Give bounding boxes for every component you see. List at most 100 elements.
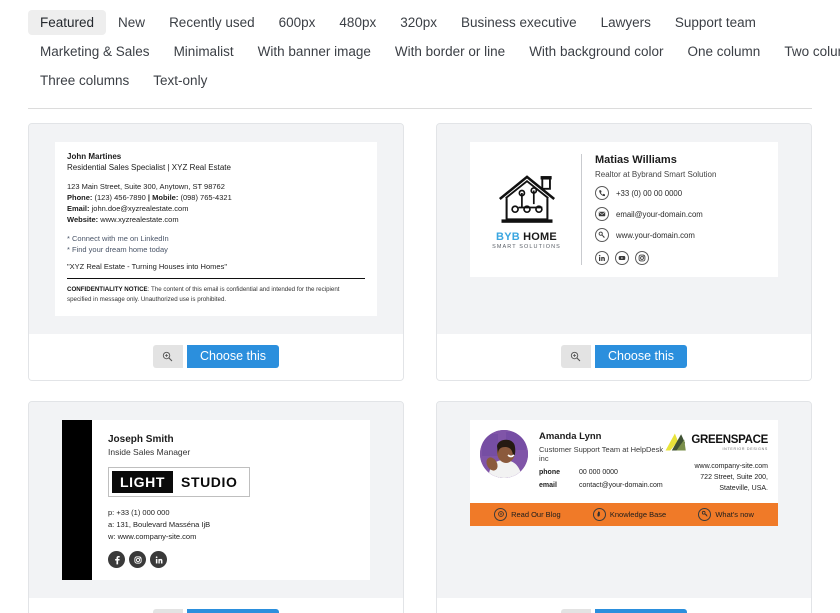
card-footer: Choose this xyxy=(437,598,811,613)
key-icon xyxy=(698,507,712,521)
signature-title: Inside Sales Manager xyxy=(108,447,191,458)
youtube-icon[interactable] xyxy=(615,251,629,266)
signature-phone-line: Phone: (123) 456-7890 | Mobile: (098) 76… xyxy=(67,192,365,203)
linkedin-icon[interactable] xyxy=(150,551,167,569)
signature-confidentiality: CONFIDENTIALITY NOTICE: The content of t… xyxy=(67,285,365,304)
tab-support-team[interactable]: Support team xyxy=(663,10,768,36)
phone-icon xyxy=(595,186,609,201)
instagram-icon[interactable] xyxy=(129,551,146,569)
company-address-line1: 722 Street, Suite 200, xyxy=(700,474,768,482)
signature-title: Realtor at Bybrand Smart Solution xyxy=(595,170,717,180)
signature-contact-block: 123 Main Street, Suite 300, Anytown, ST … xyxy=(67,181,365,226)
logo-word-light: LIGHT xyxy=(112,471,173,494)
tab-lawyers[interactable]: Lawyers xyxy=(589,10,663,36)
filter-row-2: Marketing & Sales Minimalist With banner… xyxy=(28,37,840,66)
linkedin-icon[interactable] xyxy=(595,251,609,266)
filter-tab-bar: Featured New Recently used 600px 480px 3… xyxy=(0,0,840,95)
signature-email-row: email contact@your-domain.com xyxy=(539,482,664,489)
choose-this-button[interactable]: Choose this xyxy=(186,609,279,613)
signature-phone: +33 (0) 00 00 0000 xyxy=(616,188,683,198)
template-card-amanda-lynn[interactable]: Amanda Lynn Customer Support Team at Hel… xyxy=(436,401,812,613)
choose-this-button[interactable]: Choose this xyxy=(594,345,687,369)
bullet-item: * Connect with me on LinkedIn xyxy=(67,233,169,243)
mobile-value: (098) 765-4321 xyxy=(180,192,232,202)
phone-value: 00 000 0000 xyxy=(579,469,618,477)
tab-text-only[interactable]: Text-only xyxy=(141,68,219,94)
signature-email: email@your-domain.com xyxy=(616,209,703,219)
filter-row-3: Three columns Text-only xyxy=(28,66,812,95)
signature-bullets: * Connect with me on LinkedIn * Find you… xyxy=(67,233,365,256)
link-icon xyxy=(595,228,609,243)
website-value: www.xyzrealestate.com xyxy=(100,215,179,225)
template-card-matias-williams[interactable]: BYB HOME SMART SOLUTIONS Matias Williams… xyxy=(436,123,812,382)
greenspace-leaf-logo-icon xyxy=(665,433,686,451)
tab-with-background-color[interactable]: With background color xyxy=(517,39,675,65)
tab-new[interactable]: New xyxy=(106,10,157,36)
line-separator: | xyxy=(147,192,151,202)
signature-website-row: www.your-domain.com xyxy=(595,228,766,243)
signature-website-line: Website: www.xyzrealestate.com xyxy=(67,214,365,225)
signature-joseph-smith: Joseph Smith Inside Sales Manager LIGHT … xyxy=(62,420,370,581)
banner-item-label: Knowledge Base xyxy=(609,509,667,519)
choose-this-button[interactable]: Choose this xyxy=(186,345,279,369)
filter-row-1: Featured New Recently used 600px 480px 3… xyxy=(28,8,812,37)
magnifier-zoom-in-icon xyxy=(571,352,581,362)
phone-label: phone xyxy=(539,469,560,477)
signature-banner: Read Our Blog Knowledge Base What's now xyxy=(470,502,778,526)
tab-minimalist[interactable]: Minimalist xyxy=(162,39,246,65)
bullet-item: * Find your dream home today xyxy=(67,244,168,254)
signature-preview: Amanda Lynn Customer Support Team at Hel… xyxy=(437,402,811,599)
signature-email-row: email@your-domain.com xyxy=(595,207,766,222)
website-label: Website: xyxy=(67,215,99,225)
tab-480px[interactable]: 480px xyxy=(327,10,388,36)
tab-600px[interactable]: 600px xyxy=(267,10,328,36)
tab-marketing-and-sales[interactable]: Marketing & Sales xyxy=(28,39,162,65)
phone-label: Phone: xyxy=(67,192,93,202)
signature-info-column: Matias Williams Realtor at Bybrand Smart… xyxy=(582,154,766,266)
signature-email-line: Email: john.doe@xyzrealestate.com xyxy=(67,203,365,214)
template-card-joseph-smith[interactable]: Joseph Smith Inside Sales Manager LIGHT … xyxy=(28,401,404,613)
signature-contact-block: p: +33 (1) 000 000 a: 131, Boulevard Mas… xyxy=(108,507,356,543)
banner-item-whats-now[interactable]: What's now xyxy=(698,507,754,521)
confidentiality-label: CONFIDENTIALITY NOTICE xyxy=(67,286,148,294)
banner-item-read-our-blog[interactable]: Read Our Blog xyxy=(494,507,561,521)
tab-two-columns[interactable]: Two columns xyxy=(772,39,840,65)
brand-name-home: HOME xyxy=(519,230,557,243)
tab-recently-used[interactable]: Recently used xyxy=(157,10,267,36)
tab-featured[interactable]: Featured xyxy=(28,9,107,36)
signature-body: Joseph Smith Inside Sales Manager LIGHT … xyxy=(92,420,370,580)
signature-website: w: www.company-site.com xyxy=(108,532,197,542)
card-footer: Choose this xyxy=(29,598,403,613)
preview-zoom-button[interactable] xyxy=(152,609,183,613)
signature-preview: John Martines Residential Sales Speciali… xyxy=(29,124,403,335)
signature-info: Amanda Lynn Customer Support Team at Hel… xyxy=(528,430,664,489)
tab-business-executive[interactable]: Business executive xyxy=(449,10,589,36)
blog-icon xyxy=(494,507,508,521)
tab-one-column[interactable]: One column xyxy=(676,39,773,65)
banner-item-knowledge-base[interactable]: Knowledge Base xyxy=(592,507,667,521)
email-label: Email: xyxy=(67,204,90,214)
envelope-icon xyxy=(595,207,609,222)
tab-with-border-or-line[interactable]: With border or line xyxy=(383,39,517,65)
company-tagline: INTERIOR DESIGNS xyxy=(722,446,768,451)
signature-title: Residential Sales Specialist | XYZ Real … xyxy=(67,162,231,172)
logo-word-studio: STUDIO xyxy=(173,471,246,494)
signature-preview: Joseph Smith Inside Sales Manager LIGHT … xyxy=(29,402,403,599)
signature-company-column: GREENSPACE INTERIOR DESIGNS www.company-… xyxy=(664,430,768,495)
preview-zoom-button[interactable] xyxy=(560,345,591,369)
instagram-icon[interactable] xyxy=(635,251,649,266)
preview-zoom-button[interactable] xyxy=(152,345,183,369)
company-website: www.company-site.com xyxy=(694,463,768,471)
banner-item-label: Read Our Blog xyxy=(511,509,561,519)
tab-three-columns[interactable]: Three columns xyxy=(28,68,141,94)
signature-phone-row: phone 00 000 0000 xyxy=(539,469,664,476)
preview-zoom-button[interactable] xyxy=(560,609,591,613)
choose-this-button[interactable]: Choose this xyxy=(594,609,687,613)
tab-with-banner-image[interactable]: With banner image xyxy=(246,39,383,65)
template-card-john-martines[interactable]: John Martines Residential Sales Speciali… xyxy=(28,123,404,382)
email-label: email xyxy=(539,482,557,490)
signature-social-row xyxy=(595,251,766,266)
signature-rule xyxy=(67,278,365,280)
facebook-icon[interactable] xyxy=(108,551,125,569)
tab-320px[interactable]: 320px xyxy=(388,10,449,36)
